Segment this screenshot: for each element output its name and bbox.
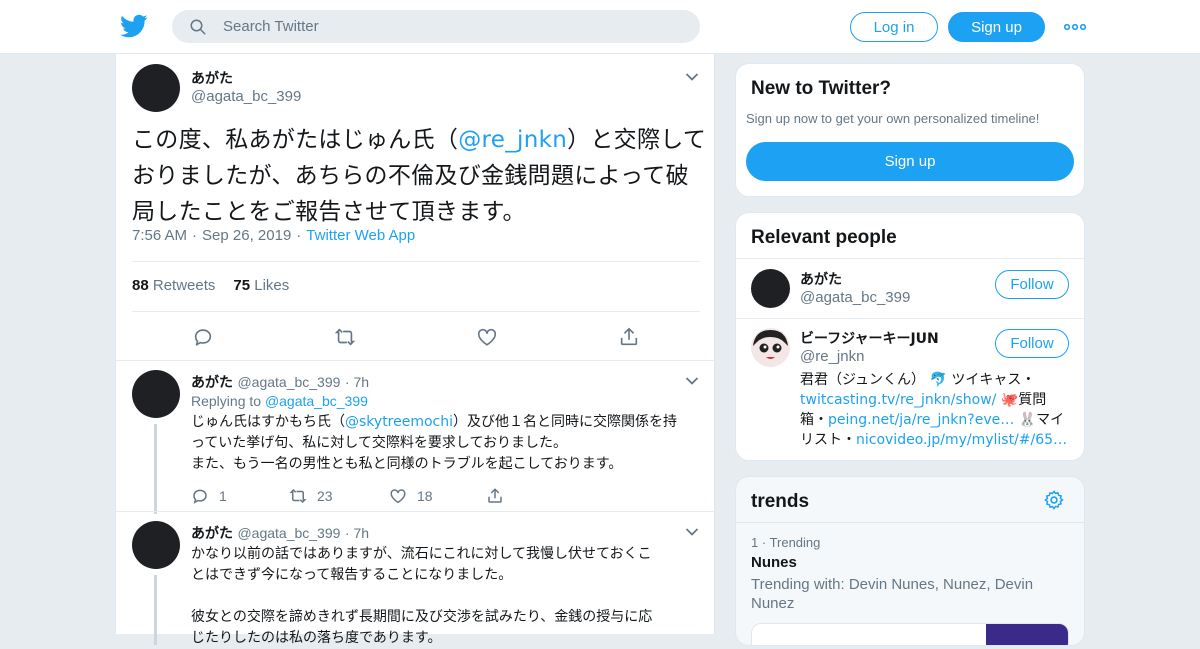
person-handle[interactable]: @re_jnkn: [800, 348, 864, 365]
trend-card[interactable]: [751, 623, 1069, 645]
octopus-icon: 🐙: [1000, 392, 1019, 408]
trend-rank: 1 · Trending: [751, 535, 821, 550]
retweet-action[interactable]: 23: [289, 487, 349, 505]
bio-link[interactable]: twitcasting.tv/re_jnkn/show/: [800, 392, 996, 408]
divider: [132, 261, 700, 262]
signup-button[interactable]: Sign up: [948, 12, 1045, 42]
person-name[interactable]: ビーフジャーキーJUN: [800, 328, 939, 348]
reply-text: じゅん氏はすかもち氏（@skytreemochi）及び他１名と同時に交際関係を持…: [191, 414, 678, 472]
tweet-author-name[interactable]: あがた: [191, 68, 233, 88]
tweet-date[interactable]: Sep 26, 2019: [202, 227, 291, 244]
retweet-icon[interactable]: [334, 326, 356, 348]
twitter-logo-icon[interactable]: [120, 12, 148, 40]
card-subtitle: Sign up now to get your own personalized…: [746, 111, 1040, 126]
share-icon[interactable]: [618, 326, 640, 348]
like-icon[interactable]: [476, 326, 498, 348]
reply-count: 1: [219, 488, 227, 504]
divider: [736, 258, 1084, 259]
reply-text: かなり以前の話ではありますが、流石にこれに対して我慢し伏せておくこ とはできず今…: [191, 546, 653, 646]
share-icon: [488, 488, 502, 503]
mention-link[interactable]: @skytreemochi: [345, 414, 453, 430]
card-title: Relevant people: [751, 227, 897, 248]
tweet-time[interactable]: 7:56 AM: [132, 227, 187, 244]
divider: [736, 522, 1084, 523]
gear-icon[interactable]: [1043, 489, 1065, 511]
avatar[interactable]: [751, 328, 790, 367]
avatar[interactable]: [132, 521, 180, 569]
login-button[interactable]: Log in: [850, 12, 938, 42]
thread-line: [154, 575, 157, 645]
chevron-down-icon[interactable]: [685, 376, 699, 386]
reply-action[interactable]: 1: [191, 487, 251, 505]
reply-author-handle[interactable]: @agata_bc_399: [237, 374, 340, 390]
reply-actions: 1 23 18: [191, 487, 571, 505]
person-name[interactable]: あがた: [800, 269, 842, 289]
rabbit-icon: 🐰: [1018, 412, 1037, 428]
top-bar: Log in Sign up: [0, 0, 1200, 54]
retweets-stat[interactable]: 88 Retweets: [132, 277, 215, 294]
replying-to-link[interactable]: @agata_bc_399: [265, 393, 368, 409]
person-handle[interactable]: @agata_bc_399: [800, 289, 910, 306]
card-title: trends: [751, 491, 810, 512]
trend-image: [986, 624, 1068, 645]
tweet-stats: 88 Retweets 75 Likes: [132, 277, 289, 294]
bio-link[interactable]: peing.net/ja/re_jnkn?eve…: [828, 412, 1014, 428]
reply-author-name[interactable]: あがた: [191, 526, 233, 542]
reply-icon[interactable]: [192, 326, 214, 348]
like-count: 18: [417, 488, 433, 504]
reply-author-name[interactable]: あがた: [191, 375, 233, 391]
dolphin-icon: 🐬: [929, 372, 947, 388]
tweet-text: この度、私あがたはじゅん氏（@re_jnkn）と交際しておりましたが、あちらの不…: [132, 127, 707, 225]
reply-time[interactable]: 7h: [353, 525, 369, 541]
reply-header: あがた @agata_bc_399 · 7h: [191, 374, 370, 391]
avatar[interactable]: [132, 370, 180, 418]
relevant-people-card: Relevant people あがた @agata_bc_399 Follow…: [735, 212, 1085, 461]
replying-to: Replying to @agata_bc_399: [191, 393, 368, 409]
trend-name[interactable]: Nunes: [751, 554, 797, 571]
trend-related: Trending with: Devin Nunes, Nunez, Devin…: [751, 576, 1034, 612]
signup-button[interactable]: Sign up: [746, 142, 1074, 181]
follow-button[interactable]: Follow: [995, 329, 1069, 358]
avatar[interactable]: [132, 64, 180, 112]
chevron-down-icon[interactable]: [685, 72, 699, 82]
chevron-down-icon[interactable]: [685, 527, 699, 537]
tweet-source-link[interactable]: Twitter Web App: [306, 227, 415, 244]
reply-tweet[interactable]: あがた @agata_bc_399 · 7h Replying to @agat…: [116, 360, 716, 514]
avatar[interactable]: [751, 269, 790, 308]
reply-tweet[interactable]: あがた @agata_bc_399 · 7h かなり以前の話ではありますが、流石…: [116, 511, 716, 646]
divider: [736, 318, 1084, 319]
retweet-icon: [289, 488, 307, 504]
reply-icon: [193, 489, 207, 504]
tweet-author-handle[interactable]: @agata_bc_399: [191, 88, 301, 105]
bio-link[interactable]: nicovideo.jp/my/mylist/#/65…: [856, 432, 1067, 448]
like-action[interactable]: 18: [389, 487, 449, 505]
mention-link[interactable]: @re_jnkn: [458, 127, 567, 153]
person-bio: 君君（ジュンくん） 🐬 ツイキャス・twitcasting.tv/re_jnkn…: [800, 372, 1068, 448]
likes-stat[interactable]: 75 Likes: [233, 277, 289, 294]
search-box[interactable]: [172, 10, 700, 43]
more-icon[interactable]: [1064, 18, 1086, 36]
search-input[interactable]: [223, 11, 683, 42]
retweet-count: 23: [317, 488, 333, 504]
reply-header: あがた @agata_bc_399 · 7h: [191, 525, 370, 542]
card-title: New to Twitter?: [751, 78, 892, 99]
like-icon: [390, 489, 406, 504]
thread-line: [154, 424, 157, 514]
share-action[interactable]: [486, 487, 510, 505]
follow-button[interactable]: Follow: [995, 270, 1069, 299]
reply-author-handle[interactable]: @agata_bc_399: [237, 525, 340, 541]
reply-time[interactable]: 7h: [353, 374, 369, 390]
divider: [132, 311, 700, 312]
search-icon: [190, 19, 206, 35]
tweet-meta: 7:56 AM · Sep 26, 2019 · Twitter Web App: [132, 227, 416, 244]
tweet-actions: [116, 326, 716, 350]
new-to-twitter-card: New to Twitter? Sign up now to get your …: [735, 63, 1085, 197]
main-timeline: あがた @agata_bc_399 この度、私あがたはじゅん氏（@re_jnkn…: [115, 54, 716, 646]
trends-card: trends 1 · Trending Nunes Trending with:…: [735, 476, 1085, 646]
